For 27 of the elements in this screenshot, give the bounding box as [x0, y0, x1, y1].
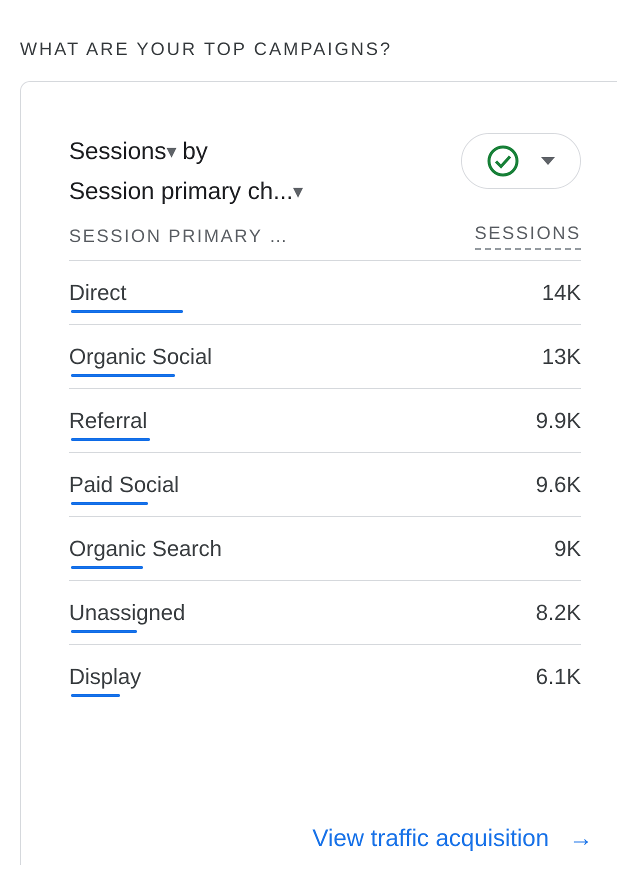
- column-header[interactable]: SESSIONS: [474, 220, 581, 250]
- share-bar: [71, 694, 120, 697]
- row-label: Direct: [69, 279, 126, 307]
- by-label: by: [182, 137, 208, 167]
- row-value: 9K: [554, 535, 581, 563]
- row-value: 13K: [542, 343, 581, 371]
- row-value: 9.9K: [536, 407, 581, 435]
- view-traffic-link[interactable]: View traffic acquisition →: [312, 821, 593, 857]
- row-value: 14K: [542, 279, 581, 307]
- metric-dropdown[interactable]: Sessions▾: [69, 132, 176, 172]
- section-title: WHAT ARE YOUR TOP CAMPAIGNS?: [20, 38, 392, 61]
- row-label: Organic Search: [69, 535, 222, 563]
- dimension-dropdown[interactable]: Session primary ch...▾: [69, 172, 304, 212]
- status-button[interactable]: [461, 133, 581, 189]
- row-value: 9.6K: [536, 471, 581, 499]
- share-bar: [71, 566, 143, 569]
- column-header: SESSION PRIMARY …: [69, 225, 289, 248]
- check-circle-icon: [487, 145, 519, 177]
- row-label: Display: [69, 663, 142, 691]
- row-value: 8.2K: [536, 599, 581, 627]
- row-label: Unassigned: [69, 599, 186, 627]
- row-label: Paid Social: [69, 471, 180, 499]
- share-bar: [71, 630, 137, 633]
- row-value: 6.1K: [536, 663, 581, 691]
- row-label: Referral: [69, 407, 148, 435]
- caret-icon: [541, 157, 555, 165]
- row-label: Organic Social: [69, 343, 212, 371]
